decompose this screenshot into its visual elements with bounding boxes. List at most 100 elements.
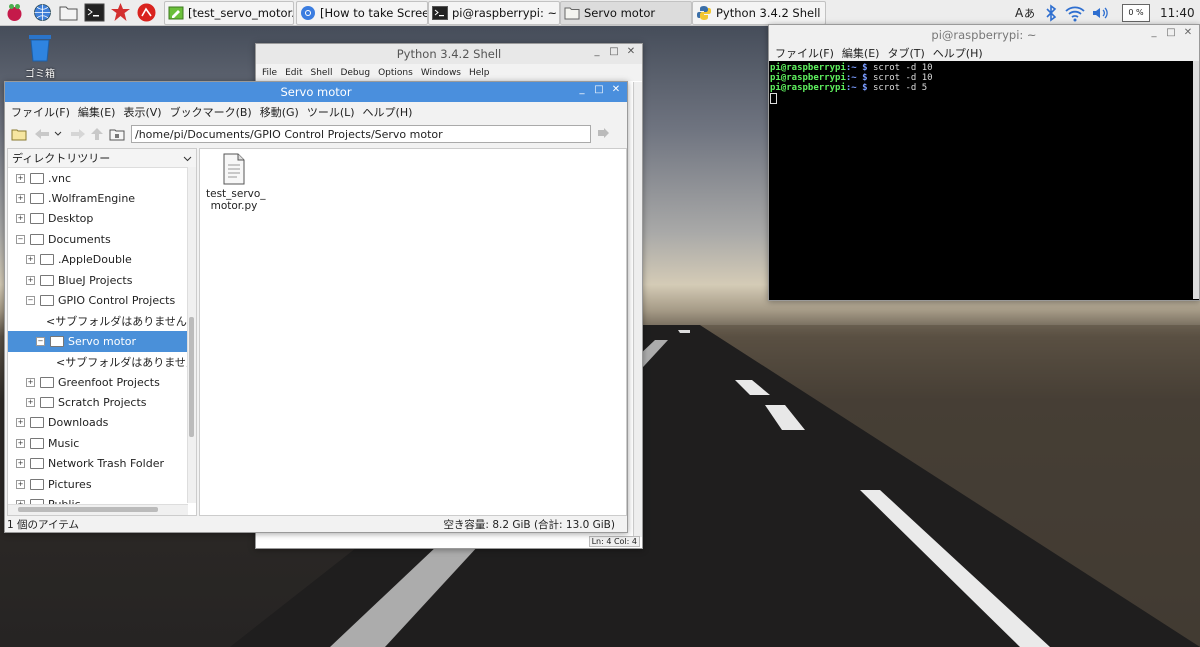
collapse-icon[interactable]: −: [36, 336, 45, 346]
tree-item[interactable]: − GPIO Control Projects: [8, 290, 196, 310]
wifi-icon[interactable]: [1064, 3, 1086, 23]
tree-item[interactable]: + .AppleDouble: [8, 250, 196, 270]
close-icon[interactable]: ✕: [626, 47, 636, 57]
wolfram-icon[interactable]: [136, 2, 157, 23]
go-icon[interactable]: [595, 126, 611, 142]
tree-item[interactable]: <サブフォルダはありません>: [8, 352, 196, 372]
menu-edit[interactable]: Edit: [281, 68, 306, 78]
expand-icon[interactable]: +: [26, 377, 35, 387]
collapse-icon[interactable]: −: [26, 296, 35, 306]
expand-icon[interactable]: +: [16, 194, 25, 204]
menu-go[interactable]: 移動(G): [256, 104, 303, 120]
python-shell-titlebar[interactable]: Python 3.4.2 Shell _ □ ✕: [256, 44, 642, 64]
minimize-icon[interactable]: _: [592, 47, 602, 57]
menu-file[interactable]: File: [258, 68, 281, 78]
menu-bookmarks[interactable]: ブックマーク(B): [166, 104, 256, 120]
window-title: pi@raspberrypi: ~: [931, 28, 1037, 42]
tree-item[interactable]: − Servo motor: [8, 331, 196, 352]
menu-debug[interactable]: Debug: [336, 68, 374, 78]
menu-tabs[interactable]: タブ(T): [883, 45, 928, 61]
maximize-icon[interactable]: □: [594, 85, 604, 95]
expand-icon[interactable]: +: [16, 173, 25, 183]
close-icon[interactable]: ✕: [611, 85, 621, 95]
back-icon[interactable]: [33, 127, 53, 141]
menu-edit[interactable]: 編集(E): [74, 104, 120, 120]
tree-item[interactable]: + Downloads: [8, 413, 196, 433]
chevron-down-icon[interactable]: [183, 154, 192, 163]
menu-shell[interactable]: Shell: [307, 68, 337, 78]
minimize-icon[interactable]: _: [577, 85, 587, 95]
scroll-thumb[interactable]: [18, 507, 158, 512]
taskbar-window-file-manager[interactable]: Servo motor: [560, 1, 692, 25]
up-icon[interactable]: [89, 126, 105, 142]
menu-tools[interactable]: ツール(L): [303, 104, 359, 120]
math-app-icon[interactable]: [110, 2, 131, 23]
raspberry-menu-icon[interactable]: [4, 2, 25, 23]
expand-icon[interactable]: +: [16, 418, 25, 428]
terminal-titlebar[interactable]: pi@raspberrypi: ~ _ □ ✕: [769, 25, 1199, 45]
input-method-icon[interactable]: Aあ: [1014, 3, 1036, 23]
file-manager-titlebar[interactable]: Servo motor _ □ ✕: [5, 82, 627, 102]
taskbar-window-terminal[interactable]: pi@raspberrypi: ~: [428, 1, 560, 25]
tree-item[interactable]: − Documents: [8, 229, 196, 249]
maximize-icon[interactable]: □: [1166, 28, 1176, 38]
clock[interactable]: 11:40: [1160, 6, 1195, 20]
bluetooth-icon[interactable]: [1042, 3, 1060, 23]
tree-item[interactable]: + Desktop: [8, 209, 196, 229]
home-icon[interactable]: [109, 127, 125, 141]
expand-icon[interactable]: +: [26, 275, 35, 285]
close-icon[interactable]: ✕: [1183, 28, 1193, 38]
tree-horizontal-scrollbar[interactable]: [8, 504, 188, 515]
tree-item[interactable]: + .vnc: [8, 168, 196, 188]
tree-item[interactable]: <サブフォルダはありません>: [8, 311, 196, 331]
menu-help[interactable]: ヘルプ(H): [359, 104, 417, 120]
taskbar-window-browser[interactable]: [How to take Screens...: [296, 1, 428, 25]
new-tab-icon[interactable]: [11, 127, 27, 141]
file-manager-icon[interactable]: [58, 2, 79, 23]
maximize-icon[interactable]: □: [609, 47, 619, 57]
file-item[interactable]: test_servo_ motor.py: [206, 153, 266, 212]
expand-icon[interactable]: +: [16, 479, 25, 489]
chevron-down-icon[interactable]: [53, 127, 63, 141]
volume-icon[interactable]: [1090, 3, 1110, 23]
terminal-launcher-icon[interactable]: [84, 2, 105, 23]
cpu-monitor[interactable]: 0 %: [1122, 3, 1150, 22]
tree-item[interactable]: + Music: [8, 433, 196, 453]
menu-help[interactable]: Help: [465, 68, 494, 78]
scroll-thumb[interactable]: [189, 317, 194, 437]
menu-view[interactable]: 表示(V): [119, 104, 165, 120]
expand-icon[interactable]: +: [26, 255, 35, 265]
tree-header[interactable]: ディレクトリツリー: [8, 149, 196, 168]
python-shell-scrollbar[interactable]: [633, 82, 642, 537]
menu-windows[interactable]: Windows: [417, 68, 465, 78]
tree-item[interactable]: + Network Trash Folder: [8, 453, 196, 473]
minimize-icon[interactable]: _: [1149, 28, 1159, 38]
tree-item[interactable]: + .WolframEngine: [8, 188, 196, 208]
tree-item[interactable]: + Scratch Projects: [8, 392, 196, 412]
file-list-area[interactable]: test_servo_ motor.py: [199, 148, 627, 516]
terminal-scrollbar[interactable]: [1193, 61, 1199, 299]
expand-icon[interactable]: +: [16, 459, 25, 469]
taskbar-window-python-shell[interactable]: Python 3.4.2 Shell: [692, 1, 826, 25]
tree-item[interactable]: + BlueJ Projects: [8, 270, 196, 290]
menu-options[interactable]: Options: [374, 68, 417, 78]
menu-help[interactable]: ヘルプ(H): [929, 45, 987, 61]
expand-icon[interactable]: +: [26, 397, 35, 407]
expand-icon[interactable]: +: [16, 438, 25, 448]
tree-item[interactable]: + Greenfoot Projects: [8, 372, 196, 392]
menu-file[interactable]: ファイル(F): [771, 45, 838, 61]
path-bar[interactable]: /home/pi/Documents/GPIO Control Projects…: [131, 125, 591, 143]
forward-icon[interactable]: [67, 127, 87, 141]
tree-item[interactable]: + Pictures: [8, 474, 196, 494]
expand-icon[interactable]: +: [16, 214, 25, 224]
desktop-trash[interactable]: ゴミ箱: [22, 32, 58, 80]
file-manager-window[interactable]: Servo motor _ □ ✕ ファイル(F) 編集(E) 表示(V) ブッ…: [4, 81, 628, 533]
taskbar-window-python-editor[interactable]: [test_servo_motor.py]: [164, 1, 294, 25]
terminal-output[interactable]: pi@raspberrypi:~ $ scrot -d 10 pi@raspber…: [769, 61, 1199, 95]
menu-file[interactable]: ファイル(F): [7, 104, 74, 120]
tree-vertical-scrollbar[interactable]: [187, 167, 196, 503]
web-browser-icon[interactable]: [32, 2, 53, 23]
menu-edit[interactable]: 編集(E): [838, 45, 884, 61]
terminal-window[interactable]: pi@raspberrypi: ~ _ □ ✕ ファイル(F) 編集(E) タブ…: [768, 24, 1200, 301]
collapse-icon[interactable]: −: [16, 234, 25, 244]
